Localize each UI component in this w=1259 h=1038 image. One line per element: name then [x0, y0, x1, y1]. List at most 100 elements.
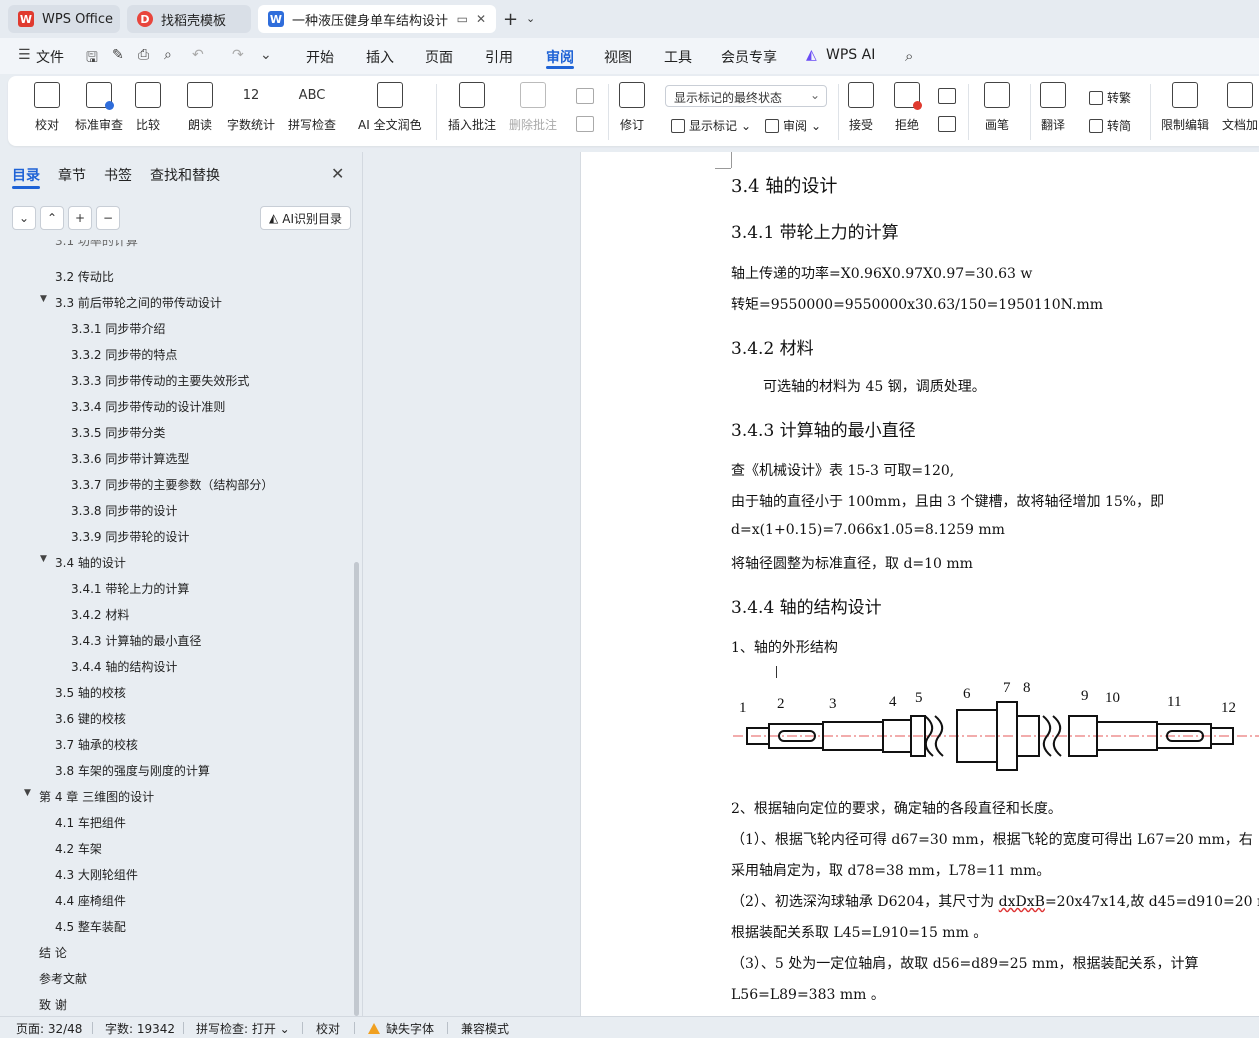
menu-wps-ai[interactable]: WPS AI	[826, 47, 875, 63]
reject-button[interactable]: 拒绝	[894, 82, 922, 133]
toc-item[interactable]: 4.3 大刚轮组件	[55, 866, 138, 883]
tab-sections[interactable]: 章节	[58, 165, 86, 185]
review-pane-button[interactable]: 审阅 ⌄	[765, 117, 821, 134]
toc-item[interactable]: 4.5 整车装配	[55, 918, 126, 935]
toc-item[interactable]: 3.3.4 同步带传动的设计准则	[71, 398, 225, 415]
print-preview-icon[interactable]: ⌕	[164, 47, 172, 63]
menu-view[interactable]: 视图	[604, 47, 632, 67]
to-simplified-button[interactable]: 转简	[1089, 117, 1131, 134]
toc-item[interactable]: 3.3.9 同步带轮的设计	[71, 528, 189, 545]
menu-insert[interactable]: 插入	[366, 47, 394, 67]
insert-comment-button[interactable]: 插入批注	[448, 82, 496, 133]
search-icon[interactable]: ⌕	[905, 47, 913, 65]
prev-change-icon[interactable]	[938, 88, 956, 104]
proof-button[interactable]: 校对	[34, 82, 60, 133]
chevron-down-icon[interactable]: ⌄	[526, 12, 535, 25]
toc-item[interactable]: 3.3.7 同步带的主要参数（结构部分）	[71, 476, 273, 493]
toc-item[interactable]: ▼ 3.3 前后带轮之间的带传动设计	[40, 294, 222, 311]
spell-check-status[interactable]: 拼写检查: 打开 ⌄	[196, 1020, 290, 1037]
menu-review[interactable]: 审阅	[546, 47, 574, 67]
menu-tools[interactable]: 工具	[664, 47, 692, 67]
redo-icon[interactable]: ↷	[232, 47, 244, 63]
toc-item[interactable]: 3.6 键的校核	[55, 710, 126, 727]
ai-polish-button[interactable]: AI 全文润色	[358, 82, 422, 133]
monitor-icon[interactable]: ▭	[457, 12, 468, 26]
compare-button[interactable]: 比较	[135, 82, 161, 133]
expand-triangle-icon[interactable]: ▼	[40, 554, 47, 564]
more-chevron-icon[interactable]: ⌄	[260, 47, 272, 63]
doc-encrypt-button[interactable]: 文档加	[1222, 82, 1258, 133]
toc-item[interactable]: 4.1 车把组件	[55, 814, 126, 831]
toc-item[interactable]: 3.1 功率的计算	[55, 240, 138, 249]
translate-button[interactable]: 翻译	[1040, 82, 1066, 133]
compat-mode-status[interactable]: 兼容模式	[461, 1020, 509, 1037]
tab-wps-office[interactable]: W WPS Office	[8, 5, 120, 33]
sidebar-scrollbar[interactable]	[354, 562, 359, 1016]
menu-page[interactable]: 页面	[425, 47, 453, 67]
markup-mode-select[interactable]: 显示标记的最终状态 ⌄	[665, 85, 827, 107]
toc-item[interactable]: 3.3.5 同步带分类	[71, 424, 165, 441]
toc-item[interactable]: 3.8 车架的强度与刚度的计算	[55, 762, 210, 779]
accept-button[interactable]: 接受	[848, 82, 874, 133]
toc-item[interactable]: 参考文献	[39, 970, 87, 987]
undo-icon[interactable]: ↶	[192, 47, 204, 63]
restrict-edit-button[interactable]: 限制编辑	[1161, 82, 1209, 133]
word-count[interactable]: 字数: 19342	[105, 1020, 175, 1037]
save-icon[interactable]: 🖫	[86, 47, 98, 71]
menu-member[interactable]: 会员专享	[721, 47, 777, 67]
ai-recognize-toc-button[interactable]: ◭ AI识别目录	[260, 206, 351, 230]
spell-check-button[interactable]: ABC 拼写检查	[288, 82, 336, 133]
format-painter-icon[interactable]: ✎	[112, 47, 124, 63]
new-tab-icon[interactable]: +	[503, 9, 518, 30]
proof-status[interactable]: 校对	[316, 1020, 340, 1037]
close-tab-icon[interactable]: ✕	[476, 12, 486, 26]
spell-error-text[interactable]: dxDxB	[999, 894, 1045, 910]
expand-triangle-icon[interactable]: ▼	[40, 294, 47, 304]
remove-heading-icon[interactable]: −	[96, 206, 120, 230]
toc-item[interactable]: 3.3.1 同步带介绍	[71, 320, 165, 337]
toc-item[interactable]: 3.3.2 同步带的特点	[71, 346, 177, 363]
standard-review-button[interactable]: 标准审查	[75, 82, 123, 133]
expand-triangle-icon[interactable]: ▼	[24, 788, 31, 798]
hamburger-icon[interactable]: ☰	[18, 47, 31, 63]
tab-find-replace[interactable]: 查找和替换	[150, 165, 220, 185]
menu-start[interactable]: 开始	[306, 47, 334, 67]
toc-item[interactable]: 致 谢	[39, 996, 67, 1013]
track-changes-button[interactable]: 修订	[619, 82, 645, 133]
tab-document[interactable]: W 一种液压健身单车结构设计 说 ▭ ✕	[258, 5, 496, 33]
delete-comment-button[interactable]: 删除批注	[509, 82, 557, 133]
tab-docer-templates[interactable]: D 找稻壳模板	[127, 5, 251, 33]
menu-file[interactable]: 文件	[36, 47, 64, 67]
menu-reference[interactable]: 引用	[485, 47, 513, 67]
page-indicator[interactable]: 页面: 32/48	[16, 1020, 82, 1037]
print-icon[interactable]: ⎙	[138, 47, 149, 63]
toc-item[interactable]: 3.7 轴承的校核	[55, 736, 138, 753]
close-icon[interactable]: ✕	[331, 164, 344, 183]
missing-font-status[interactable]: 缺失字体	[368, 1020, 434, 1037]
to-traditional-button[interactable]: 转繁	[1089, 89, 1131, 106]
toc-item[interactable]: 3.3.8 同步带的设计	[71, 502, 177, 519]
toc-item[interactable]: 结 论	[39, 944, 67, 961]
toc-item[interactable]: 3.4.1 带轮上力的计算	[71, 580, 189, 597]
prev-comment-icon[interactable]	[576, 88, 594, 104]
toc-item[interactable]: 3.4.2 材料	[71, 606, 129, 623]
document-page[interactable]: 3.4 轴的设计 3.4.1 带轮上力的计算 轴上传递的功率=X0.96X0.9…	[580, 152, 1259, 1016]
show-markup-button[interactable]: 显示标记 ⌄	[671, 117, 751, 134]
tab-toc[interactable]: 目录	[12, 165, 40, 185]
pen-button[interactable]: 画笔	[984, 82, 1010, 133]
next-change-icon[interactable]	[938, 116, 956, 132]
toc-item[interactable]: ▼ 第 4 章 三维图的设计	[24, 788, 154, 805]
toc-item[interactable]: 3.4.3 计算轴的最小直径	[71, 632, 201, 649]
chevron-up-icon[interactable]: ⌃	[40, 206, 64, 230]
read-aloud-button[interactable]: 朗读	[187, 82, 213, 133]
word-count-button[interactable]: 12 字数统计	[227, 82, 275, 133]
next-comment-icon[interactable]	[576, 116, 594, 132]
toc-item[interactable]: 4.4 座椅组件	[55, 892, 126, 909]
toc-item[interactable]: 3.3.3 同步带传动的主要失效形式	[71, 372, 249, 389]
toc-item[interactable]: 3.2 传动比	[55, 268, 114, 285]
toc-item[interactable]: 4.2 车架	[55, 840, 102, 857]
toc-item[interactable]: 3.3.6 同步带计算选型	[71, 450, 189, 467]
toc-item[interactable]: 3.5 轴的校核	[55, 684, 126, 701]
collapse-down-icon[interactable]: ⌄	[12, 206, 36, 230]
tab-bookmarks[interactable]: 书签	[104, 165, 132, 185]
